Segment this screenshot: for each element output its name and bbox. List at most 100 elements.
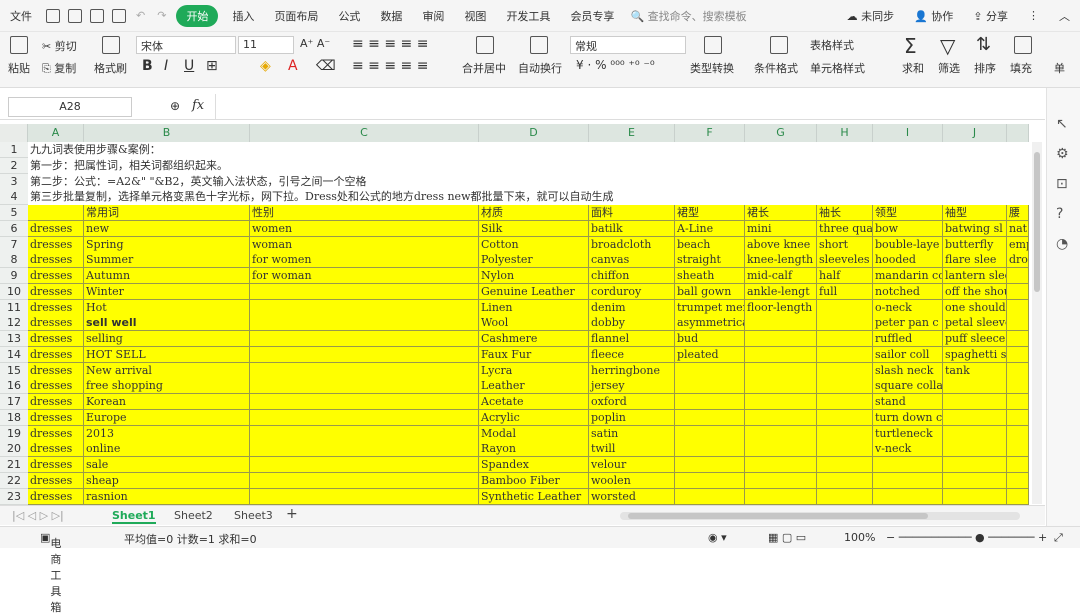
collab-button[interactable]: 👤 协作 [904, 8, 963, 24]
cell[interactable] [250, 457, 479, 473]
cell[interactable]: dresses [28, 252, 84, 268]
underline-button[interactable]: U [184, 58, 194, 74]
cell[interactable] [943, 378, 1007, 394]
cell[interactable]: flannel [589, 331, 675, 347]
cell[interactable] [250, 489, 479, 505]
wrap-button[interactable]: 自动换行 [518, 60, 562, 76]
cell[interactable]: Silk [479, 221, 589, 237]
merge-icon[interactable] [476, 36, 494, 54]
cell[interactable]: fleece [589, 347, 675, 363]
cell[interactable]: full [817, 284, 873, 300]
cell[interactable]: butterfly [943, 237, 1007, 253]
cell[interactable]: Synthetic Leather [479, 489, 589, 505]
cell[interactable] [943, 441, 1007, 457]
cell[interactable]: spaghetti str [943, 347, 1007, 363]
cell[interactable] [817, 441, 873, 457]
cell[interactable]: new [84, 221, 250, 237]
text-row-3[interactable]: 第二步：公式：=A2&" "&B2，英文输入法状态，引号之间一个空格 [30, 174, 366, 190]
cell[interactable] [943, 489, 1007, 505]
column-header[interactable]: B [84, 124, 250, 142]
number-format-select[interactable]: 常规 [570, 36, 686, 54]
cell[interactable] [250, 347, 479, 363]
cell[interactable]: petal sleeve [943, 315, 1007, 331]
share-button[interactable]: ⇪ 分享 [963, 8, 1018, 24]
column-header[interactable]: G [745, 124, 817, 142]
collapse-icon[interactable]: ︿ [1049, 8, 1080, 24]
cell[interactable]: free shopping [84, 378, 250, 394]
cell[interactable] [1007, 363, 1029, 379]
cell[interactable]: chiffon [589, 268, 675, 284]
cell[interactable]: dresses [28, 300, 84, 316]
row-header[interactable]: 18 [0, 410, 28, 426]
fill-button[interactable]: 填充 [1010, 60, 1032, 76]
row-header[interactable]: 9 [0, 268, 28, 284]
cell[interactable]: for woman [250, 268, 479, 284]
cell[interactable] [675, 378, 745, 394]
cell[interactable]: Leather [479, 378, 589, 394]
cell[interactable] [817, 394, 873, 410]
row-header[interactable]: 17 [0, 394, 28, 410]
column-header[interactable]: H [817, 124, 873, 142]
cell[interactable] [943, 426, 1007, 442]
cell[interactable]: Winter [84, 284, 250, 300]
save-icon[interactable] [46, 8, 60, 23]
cell[interactable]: tank [943, 363, 1007, 379]
cell[interactable] [817, 315, 873, 331]
column-header[interactable]: J [943, 124, 1007, 142]
cell[interactable] [675, 441, 745, 457]
font-color-icon[interactable]: A [288, 58, 298, 74]
row-header[interactable]: 5 [0, 205, 28, 221]
cell[interactable] [1007, 300, 1029, 316]
column-header[interactable]: F [675, 124, 745, 142]
cell[interactable]: Bamboo Fiber [479, 473, 589, 489]
row-header[interactable]: 4 [0, 189, 28, 205]
tab-layout[interactable]: 页面布局 [264, 8, 328, 24]
column-header[interactable]: E [589, 124, 675, 142]
cell[interactable] [1007, 410, 1029, 426]
cell[interactable]: 领型 [873, 205, 943, 221]
row-header[interactable]: 8 [0, 252, 28, 268]
cell[interactable]: velour [589, 457, 675, 473]
export-icon[interactable] [68, 8, 82, 23]
cell[interactable] [675, 410, 745, 426]
cell[interactable]: broadcloth [589, 237, 675, 253]
cell[interactable]: jersey [589, 378, 675, 394]
redo-icon[interactable]: ↷ [151, 9, 172, 22]
cell[interactable] [873, 473, 943, 489]
cell[interactable] [1007, 347, 1029, 363]
menu-file[interactable]: 文件 [0, 8, 42, 24]
cell[interactable]: dobby [589, 315, 675, 331]
cell[interactable] [817, 489, 873, 505]
sheet-tab-3[interactable]: Sheet3 [234, 509, 273, 522]
align-icons[interactable]: ≡ ≡ ≡ ≡ ≡ [352, 36, 428, 52]
cell[interactable]: 性别 [250, 205, 479, 221]
cell[interactable] [817, 378, 873, 394]
cell[interactable]: turn down collar [873, 410, 943, 426]
help-icon[interactable]: ? [1056, 206, 1063, 222]
cell[interactable]: New arrival [84, 363, 250, 379]
cell[interactable]: dresses [28, 363, 84, 379]
cell[interactable]: dresses [28, 489, 84, 505]
zoom-slider[interactable]: − ─────────── ● ─────── + [886, 531, 1047, 544]
cell[interactable] [745, 473, 817, 489]
cell[interactable] [675, 489, 745, 505]
row-header[interactable]: 20 [0, 441, 28, 457]
vertical-scrollbar[interactable] [1032, 142, 1042, 504]
cell[interactable]: half [817, 268, 873, 284]
cell[interactable]: slash neck [873, 363, 943, 379]
cell[interactable] [250, 426, 479, 442]
cell[interactable]: knee-length [745, 252, 817, 268]
zoom-level[interactable]: 100% [844, 531, 875, 544]
cell[interactable]: online [84, 441, 250, 457]
cell[interactable]: Cashmere [479, 331, 589, 347]
cell[interactable] [250, 473, 479, 489]
cell[interactable]: dresses [28, 473, 84, 489]
sort-button[interactable]: 排序 [974, 60, 996, 76]
more-ribbon-button[interactable]: 单 [1054, 60, 1065, 76]
cell[interactable] [1007, 268, 1029, 284]
cell[interactable] [745, 363, 817, 379]
cell[interactable]: above knee [745, 237, 817, 253]
cell[interactable]: dresses [28, 378, 84, 394]
cell[interactable]: turtleneck [873, 426, 943, 442]
cell[interactable]: 面料 [589, 205, 675, 221]
